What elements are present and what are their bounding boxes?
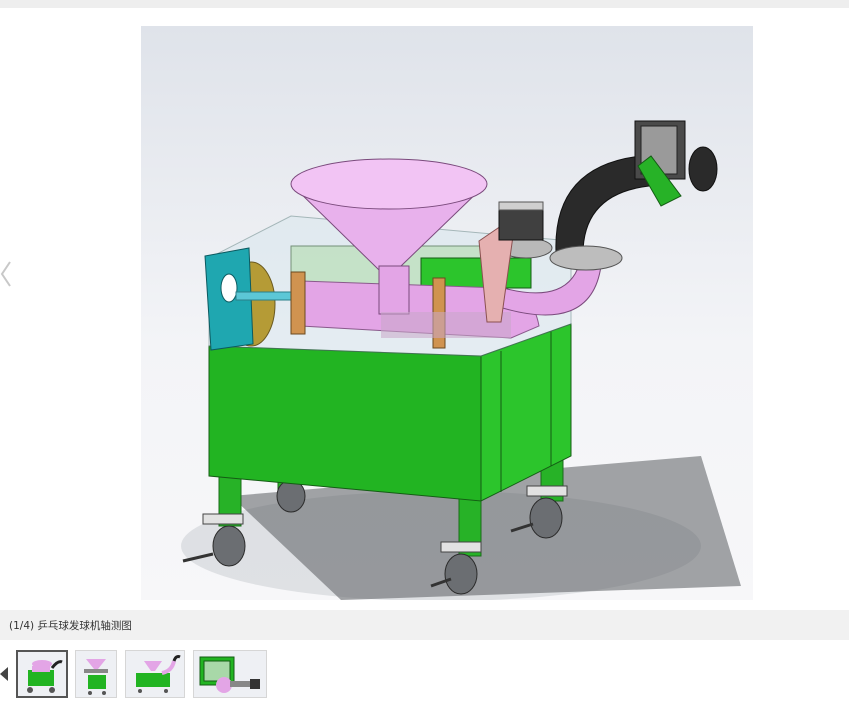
chevron-left-icon — [0, 261, 11, 287]
triangle-left-icon — [0, 667, 8, 681]
thumbnail-image — [27, 660, 63, 693]
thumbnail-1[interactable] — [16, 650, 68, 698]
image-viewer — [0, 8, 849, 608]
thumbnail-2[interactable] — [75, 650, 117, 698]
machine-render — [181, 120, 741, 600]
thumbnail-strip — [0, 644, 849, 701]
main-image — [141, 26, 753, 600]
thumbnail-4[interactable] — [193, 650, 267, 698]
thumbnail-image — [136, 655, 181, 693]
image-caption: (1/4) 乒乓球发球机轴测图 — [9, 620, 132, 632]
top-strip — [0, 0, 849, 8]
thumbnail-image — [84, 659, 108, 695]
thumbnail-prev-button[interactable] — [0, 666, 8, 681]
thumbnail-image — [199, 656, 260, 693]
thumbnail-3[interactable] — [125, 650, 185, 698]
caption-bar: (1/4) 乒乓球发球机轴测图 — [0, 610, 849, 640]
previous-image-button[interactable] — [0, 256, 18, 292]
